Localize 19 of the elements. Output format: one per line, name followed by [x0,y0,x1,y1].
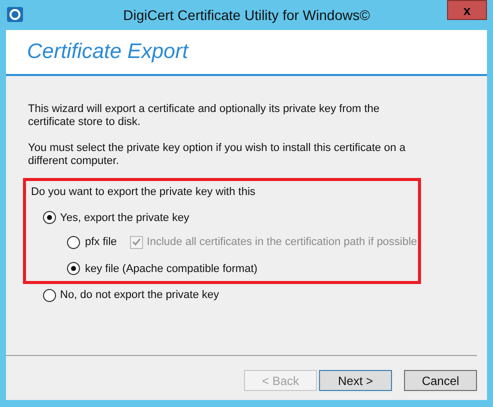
wizard-button[interactable]: Cancel [404,370,477,391]
radio-label: Yes, export the private key [60,210,190,226]
radio-label: No, do not export the private key [60,288,219,303]
close-button[interactable]: x [447,0,487,20]
checkbox-label: Include all certificates in the certification path if possible [146,235,418,250]
window-title: DigiCert Certificate Utility for Windows© [123,6,370,25]
intro-paragraph: You must select the private key option if you wish to install this certificate on a different computer. [28,142,406,168]
radio-label: key file (Apache compatible format) [85,262,258,276]
intro-paragraph: This wizard will export a certificate and optionally its private key from the certificate store to disk. [28,103,381,129]
wizard-button[interactable]: Next > [319,370,392,391]
radio-button[interactable] [43,288,56,302]
checkmark-icon [132,238,141,246]
app-logo-icon [7,7,23,22]
radio-button[interactable] [67,262,80,276]
radio-button[interactable] [43,211,56,224]
page-title: Certificate Export [27,39,188,66]
radio-label: pfx file [85,235,117,250]
radio-button[interactable] [67,236,80,249]
question-text: Do you want to export the private key with this [31,185,256,200]
